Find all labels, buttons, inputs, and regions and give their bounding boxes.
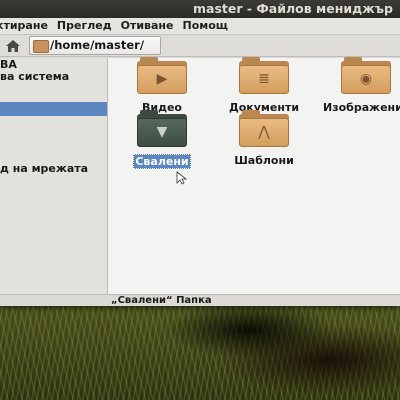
folder-item-video[interactable]: ▶ Видео — [118, 57, 206, 115]
file-view[interactable]: ▶ Видео ≣ Документи ◉ Изображения ▼ — [108, 57, 400, 294]
sidebar-footer — [0, 294, 108, 306]
sidebar-item-filesystem[interactable]: ва система — [0, 70, 107, 84]
sidebar-item-label: ва система — [0, 70, 70, 83]
file-manager-window: master - Файлов мениджър ктиране Преглед О… — [0, 0, 400, 306]
mouse-pointer-icon — [176, 171, 188, 185]
location-bar: /home/master/ — [0, 35, 400, 57]
folder-icon: ▶ — [137, 57, 187, 95]
window-title: master - Файлов мениджър — [193, 1, 393, 16]
folder-name: Шаблони — [234, 154, 294, 167]
folder-icon: ≣ — [239, 57, 289, 95]
folder-icon — [33, 40, 49, 53]
folder-name: Свалени — [133, 154, 191, 169]
folder-icon: ▼ — [137, 110, 187, 148]
folder-name: Изображения — [323, 101, 400, 114]
menu-view[interactable]: Преглед — [57, 18, 112, 34]
path-button-home-master[interactable]: /home/master/ — [29, 36, 161, 55]
sidebar-item-selected[interactable] — [0, 102, 107, 116]
window-titlebar[interactable]: master - Файлов мениджър — [0, 0, 400, 18]
folder-icon: ◉ — [341, 57, 391, 95]
folder-item-documents[interactable]: ≣ Документи — [220, 57, 308, 115]
folder-item-downloads[interactable]: ▼ Свалени — [118, 110, 206, 169]
path-label: /home/master/ — [50, 38, 145, 52]
folder-item-templates[interactable]: ⋀ Шаблони — [220, 110, 308, 168]
menubar: ктиране Преглед Отиване Помощ — [0, 18, 400, 35]
home-button[interactable] — [5, 38, 21, 52]
menu-help[interactable]: Помощ — [183, 18, 228, 34]
folder-item-pictures[interactable]: ◉ Изображения — [322, 57, 400, 115]
status-text: „Свалени“ Папка — [111, 295, 212, 306]
menu-edit[interactable]: ктиране — [0, 18, 48, 34]
home-icon — [6, 40, 20, 52]
sidebar: ВА ва система д на мрежата — [0, 58, 108, 294]
sidebar-item-label: д на мрежата — [0, 162, 89, 175]
video-camera-icon: ▶ — [156, 71, 168, 87]
download-arrow-icon: ▼ — [156, 124, 168, 140]
menu-go[interactable]: Отиване — [121, 18, 174, 34]
folder-name: Документи — [228, 101, 300, 114]
status-bar: „Свалени“ Папка — [108, 294, 400, 306]
compass-icon: ⋀ — [258, 124, 270, 140]
camera-icon: ◉ — [359, 71, 373, 87]
folder-icon: ⋀ — [239, 110, 289, 148]
sidebar-item-network[interactable]: д на мрежата — [0, 162, 107, 176]
document-icon: ≣ — [258, 71, 270, 87]
